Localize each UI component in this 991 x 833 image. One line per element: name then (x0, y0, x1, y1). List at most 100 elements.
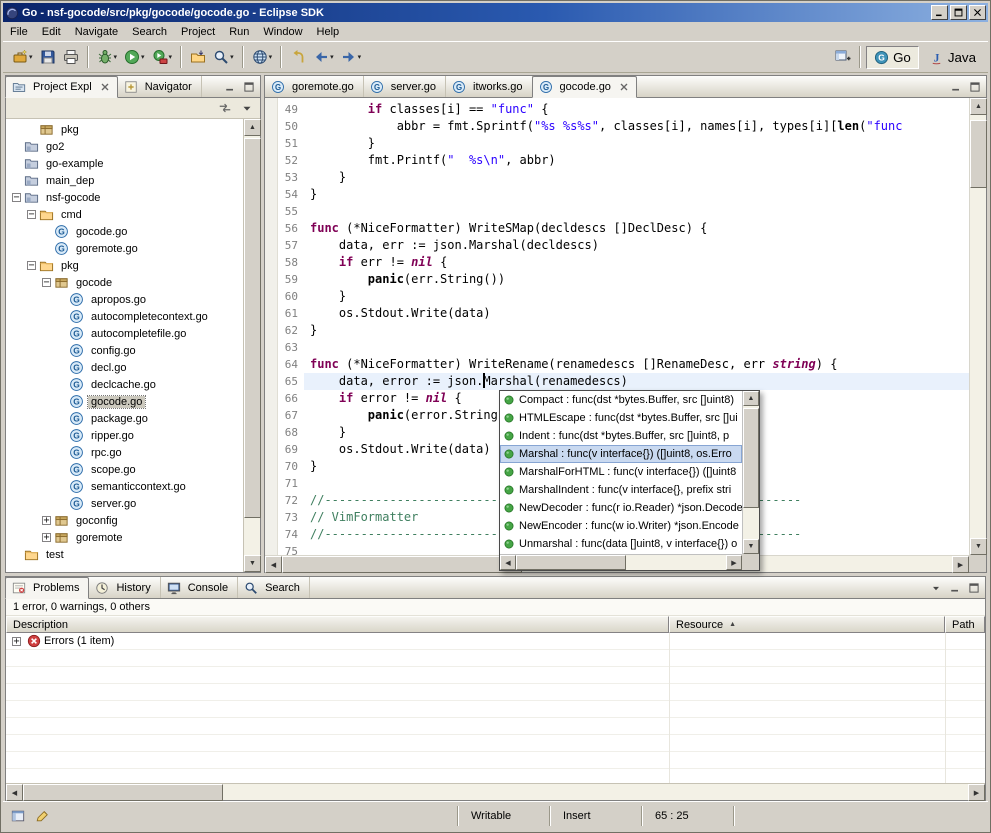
minimize-view-button[interactable] (221, 79, 239, 95)
tree-item[interactable]: −nsf-gocode (6, 189, 243, 206)
scroll-right-button[interactable]: ▶ (726, 555, 742, 570)
minimize-button[interactable] (931, 5, 948, 20)
column-header-path[interactable]: Path (945, 616, 985, 633)
scroll-down-button[interactable]: ▼ (244, 555, 261, 572)
expander-icon[interactable]: − (42, 278, 51, 287)
tree-item[interactable]: main_dep (6, 172, 243, 189)
code-line[interactable]: 63 (278, 339, 969, 356)
scrollbar-thumb[interactable] (282, 556, 522, 573)
autocomplete-item[interactable]: Unmarshal : func(data []uint8, v interfa… (500, 535, 742, 553)
autocomplete-item[interactable]: MarshalForHTML : func(v interface{}) ([]… (500, 463, 742, 481)
titlebar[interactable]: Go - nsf-gocode/src/pkg/gocode/gocode.go… (3, 3, 988, 22)
autocomplete-item[interactable]: MarshalIndent : func(v interface{}, pref… (500, 481, 742, 499)
expander-icon[interactable]: + (42, 516, 51, 525)
expander-icon[interactable]: − (27, 210, 36, 219)
code-line[interactable]: 53 } (278, 169, 969, 186)
tree-item[interactable]: pkg (6, 121, 243, 138)
tree-item[interactable]: −pkg (6, 257, 243, 274)
autocomplete-item[interactable]: HTMLEscape : func(dst *bytes.Buffer, src… (500, 409, 742, 427)
view-menu-button[interactable] (237, 99, 257, 117)
dropdown-arrow-icon[interactable]: ▾ (230, 53, 234, 61)
tree-item[interactable]: +goremote (6, 529, 243, 546)
close-icon[interactable] (618, 81, 630, 93)
last-edit-location-button[interactable] (287, 45, 309, 69)
tree-item[interactable]: Gsemanticcontext.go (6, 478, 243, 495)
editor-tab-itworks-go[interactable]: Gitworks.go (446, 76, 533, 97)
tree-item[interactable]: Gscope.go (6, 461, 243, 478)
scrollbar-thumb[interactable] (516, 555, 626, 570)
fast-view-button[interactable] (7, 806, 29, 826)
menu-project[interactable]: Project (174, 23, 222, 41)
vertical-scrollbar[interactable]: ▲▼ (243, 119, 260, 572)
dropdown-arrow-icon[interactable]: ▾ (29, 53, 33, 61)
forward-button[interactable]: ▾ (338, 45, 365, 69)
scroll-up-button[interactable]: ▲ (244, 119, 261, 136)
search-button[interactable]: ▾ (210, 45, 237, 69)
dropdown-arrow-icon[interactable]: ▾ (358, 53, 362, 61)
code-line[interactable]: 56func (*NiceFormatter) WriteSMap(declde… (278, 220, 969, 237)
code-line[interactable]: 61 os.Stdout.Write(data) (278, 305, 969, 322)
open-perspective-button[interactable] (832, 45, 854, 69)
tree-item[interactable]: test (6, 546, 243, 563)
code-line[interactable]: 52 fmt.Printf(" %s\n", abbr) (278, 152, 969, 169)
expander-icon[interactable]: − (12, 193, 21, 202)
tree-item[interactable]: Ggocode.go (6, 393, 243, 410)
open-element-button[interactable] (187, 45, 209, 69)
column-header-description[interactable]: Description (6, 616, 669, 633)
editor-tab-goremote-go[interactable]: Ggoremote.go (265, 76, 364, 97)
code-line[interactable]: 49 if classes[i] == "func" { (278, 101, 969, 118)
maximize-button[interactable] (950, 5, 967, 20)
tree-item[interactable]: go2 (6, 138, 243, 155)
tree-item[interactable]: +goconfig (6, 512, 243, 529)
dropdown-arrow-icon[interactable]: ▾ (114, 53, 118, 61)
maximize-view-button[interactable] (966, 79, 984, 95)
tree-item[interactable]: Gripper.go (6, 427, 243, 444)
horizontal-scrollbar[interactable]: ◀▶ (6, 783, 985, 800)
dropdown-arrow-icon[interactable]: ▾ (330, 53, 334, 61)
tree-item[interactable]: Gdeclcache.go (6, 376, 243, 393)
scroll-left-button[interactable]: ◀ (500, 555, 516, 570)
tree-item[interactable]: Gautocompletecontext.go (6, 308, 243, 325)
minimize-view-button[interactable] (947, 79, 965, 95)
code-line[interactable]: 60 } (278, 288, 969, 305)
tree-item[interactable]: Gapropos.go (6, 291, 243, 308)
new-wizard-button[interactable]: ▾ (9, 45, 36, 69)
menu-file[interactable]: File (3, 23, 35, 41)
menu-window[interactable]: Window (256, 23, 309, 41)
scroll-down-button[interactable]: ▼ (743, 539, 759, 554)
code-line[interactable]: 51 } (278, 135, 969, 152)
back-button[interactable]: ▾ (310, 45, 337, 69)
menu-help[interactable]: Help (310, 23, 347, 41)
scroll-right-button[interactable]: ▶ (968, 784, 985, 801)
tree-item[interactable]: Grpc.go (6, 444, 243, 461)
editor-tab-gocode-go[interactable]: Ggocode.go (532, 76, 637, 98)
view-tab-console[interactable]: Console (161, 577, 238, 598)
tree-item[interactable]: Gpackage.go (6, 410, 243, 427)
maximize-view-button[interactable] (965, 580, 983, 596)
view-tab-search[interactable]: Search (238, 577, 310, 598)
scroll-up-button[interactable]: ▲ (743, 391, 759, 406)
scrollbar-thumb[interactable] (743, 408, 759, 508)
code-line[interactable]: 62} (278, 322, 969, 339)
code-line[interactable]: 58 if err != nil { (278, 254, 969, 271)
scroll-down-button[interactable]: ▼ (970, 538, 987, 555)
scroll-left-button[interactable]: ◀ (265, 556, 282, 573)
tree-item[interactable]: Ggocode.go (6, 223, 243, 240)
vertical-scrollbar[interactable]: ▲▼ (969, 98, 986, 555)
horizontal-scrollbar[interactable]: ◀▶ (500, 554, 742, 570)
tree-item[interactable]: Ggoremote.go (6, 240, 243, 257)
view-menu-button[interactable] (927, 580, 945, 596)
view-tab-navigator[interactable]: Navigator (118, 76, 202, 97)
editor-tab-server-go[interactable]: Gserver.go (364, 76, 446, 97)
tree-item[interactable]: −gocode (6, 274, 243, 291)
scrollbar-thumb[interactable] (970, 120, 987, 188)
tree-item[interactable]: Gdecl.go (6, 359, 243, 376)
vertical-scrollbar[interactable]: ▲▼ (742, 391, 759, 554)
link-with-editor-button[interactable] (215, 99, 235, 117)
menu-navigate[interactable]: Navigate (68, 23, 125, 41)
dropdown-arrow-icon[interactable]: ▾ (269, 53, 273, 61)
tree-item[interactable]: go-example (6, 155, 243, 172)
code-line[interactable]: 54} (278, 186, 969, 203)
tree-item[interactable]: Gconfig.go (6, 342, 243, 359)
view-tab-history[interactable]: History (89, 577, 160, 598)
